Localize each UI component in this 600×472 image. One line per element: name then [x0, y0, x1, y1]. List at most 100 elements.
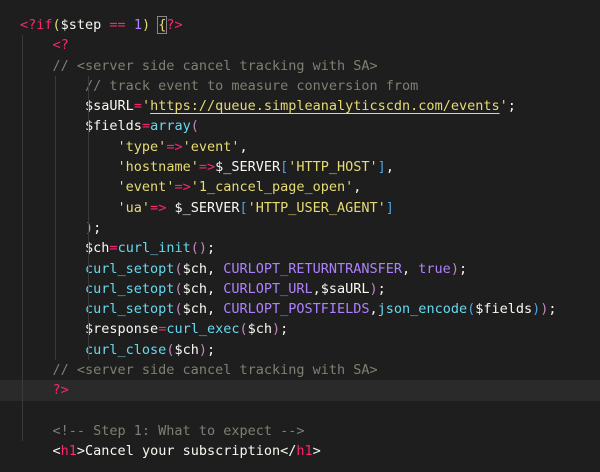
code-token: ; [548, 301, 557, 318]
indent-guide [88, 278, 89, 300]
code-token: h1 [296, 443, 313, 460]
code-line[interactable]: curl_close($ch); [0, 339, 600, 361]
code-token: <!-- Step 1: What to expect --> [52, 422, 305, 439]
code-token: ) [369, 280, 378, 297]
code-token: <?if [20, 17, 53, 33]
code-token: == [101, 17, 134, 33]
code-token: $fields [85, 118, 142, 135]
code-token: true [418, 260, 451, 277]
code-line[interactable]: // <server side cancel tracking with SA> [0, 360, 600, 381]
code-line[interactable] [0, 400, 600, 421]
code-line[interactable]: curl_setopt($ch, CURLOPT_POSTFIELDS,json… [0, 299, 600, 320]
code-token: >Cancel your subscription</ [76, 443, 297, 460]
code-token: $saURL [85, 98, 134, 115]
code-token: ; [458, 260, 468, 277]
code-token: ,$saURL [312, 280, 370, 297]
indent-guide [22, 420, 23, 442]
indent-guide [55, 136, 56, 158]
code-line[interactable]: $fields=array( [0, 116, 600, 137]
code-token: ; [377, 280, 386, 297]
indent-guide [88, 75, 89, 97]
code-line[interactable]: 'hostname'=>$_SERVER['HTTP_HOST'], [0, 157, 600, 178]
code-line[interactable]: 'event'=>'1_cancel_page_open', [0, 177, 600, 198]
code-line[interactable]: <!-- Step 1: What to expect --> [0, 420, 600, 442]
indent-guide [22, 197, 23, 218]
indent-guide [55, 319, 56, 340]
code-line[interactable]: 'type'=>'event', [0, 136, 600, 158]
code-editor[interactable]: <?if($step == 1) {?> <? // <server side … [0, 15, 600, 462]
code-token: ; [206, 240, 216, 257]
indent-guide [22, 136, 23, 158]
code-token: ) [85, 219, 94, 236]
indent-guide [88, 116, 89, 137]
code-line[interactable]: // <server side cancel tracking with SA> [0, 55, 600, 76]
code-line[interactable]: // track event to measure conversion fro… [0, 75, 600, 97]
code-token: ; [280, 321, 289, 338]
code-token: ) [450, 260, 459, 277]
code-line[interactable]: ?> [0, 380, 600, 401]
code-token: json_encode [377, 301, 468, 318]
code-token: curl_setopt [85, 301, 175, 318]
indent-guide [55, 157, 56, 178]
code-token: ; [507, 98, 516, 115]
code-line[interactable]: ); [0, 217, 600, 239]
code-token: curl_exec [166, 321, 240, 338]
code-line[interactable]: <? [0, 35, 600, 56]
code-token: CURLOPT_URL [223, 280, 313, 297]
code-token: <? [52, 37, 69, 54]
code-token: // track event to measure conversion fro… [85, 77, 419, 94]
code-token: ' [141, 98, 151, 115]
indent-guide [88, 258, 89, 279]
code-line[interactable]: <?if($step == 1) {?> [0, 15, 600, 35]
code-token: $ch, [182, 301, 224, 318]
indent-guide [88, 136, 89, 158]
code-line[interactable]: 'ua'=> $_SERVER['HTTP_USER_AGENT'] [0, 197, 600, 218]
indent-guide [88, 339, 89, 361]
code-token: ( [174, 301, 183, 318]
code-token: , [239, 138, 248, 155]
code-line[interactable]: $saURL='https://queue.simpleanalyticscdn… [0, 96, 600, 117]
code-token: $ch, [182, 280, 224, 297]
code-line[interactable]: curl_setopt($ch, CURLOPT_RETURNTRANSFER,… [0, 258, 600, 279]
code-token: ?> [166, 17, 183, 33]
code-token: => [198, 159, 216, 176]
code-token: $ch, [182, 260, 224, 277]
indent-guide [22, 116, 23, 137]
url-link[interactable]: https://queue.simpleanalyticscdn.com/eve… [150, 98, 500, 114]
indent-guide [22, 157, 23, 178]
code-token: curl_close [85, 341, 167, 358]
indent-guide [22, 400, 23, 421]
indent-guide [22, 35, 23, 56]
indent-guide [55, 299, 56, 320]
code-line[interactable]: $ch=curl_init(); [0, 238, 600, 259]
code-line[interactable]: curl_setopt($ch, CURLOPT_URL,$saURL); [0, 278, 600, 300]
indent-guide [22, 96, 23, 117]
code-token: $fields [475, 301, 533, 318]
indent-guide [22, 55, 23, 76]
code-token: ; [93, 219, 102, 236]
code-line[interactable]: <h1>Cancel your subscription</h1> [0, 441, 600, 461]
code-token: ( [467, 301, 476, 318]
code-token: 'type' [117, 138, 167, 155]
code-token: ( [190, 118, 199, 135]
indent-guide [22, 319, 23, 340]
code-token: 'event' [117, 179, 175, 196]
indent-guide [55, 339, 56, 361]
code-token: CURLOPT_POSTFIELDS [223, 301, 370, 318]
code-token: ( [174, 260, 183, 277]
code-token: , [369, 301, 378, 318]
indent-guide [55, 217, 56, 239]
code-token: $_SERVER [166, 199, 240, 216]
indent-guide [22, 75, 23, 97]
code-line[interactable]: $response=curl_exec($ch); [0, 319, 600, 340]
code-token: > [312, 443, 321, 460]
code-token: curl_init [117, 240, 191, 257]
code-token: => [166, 138, 183, 155]
